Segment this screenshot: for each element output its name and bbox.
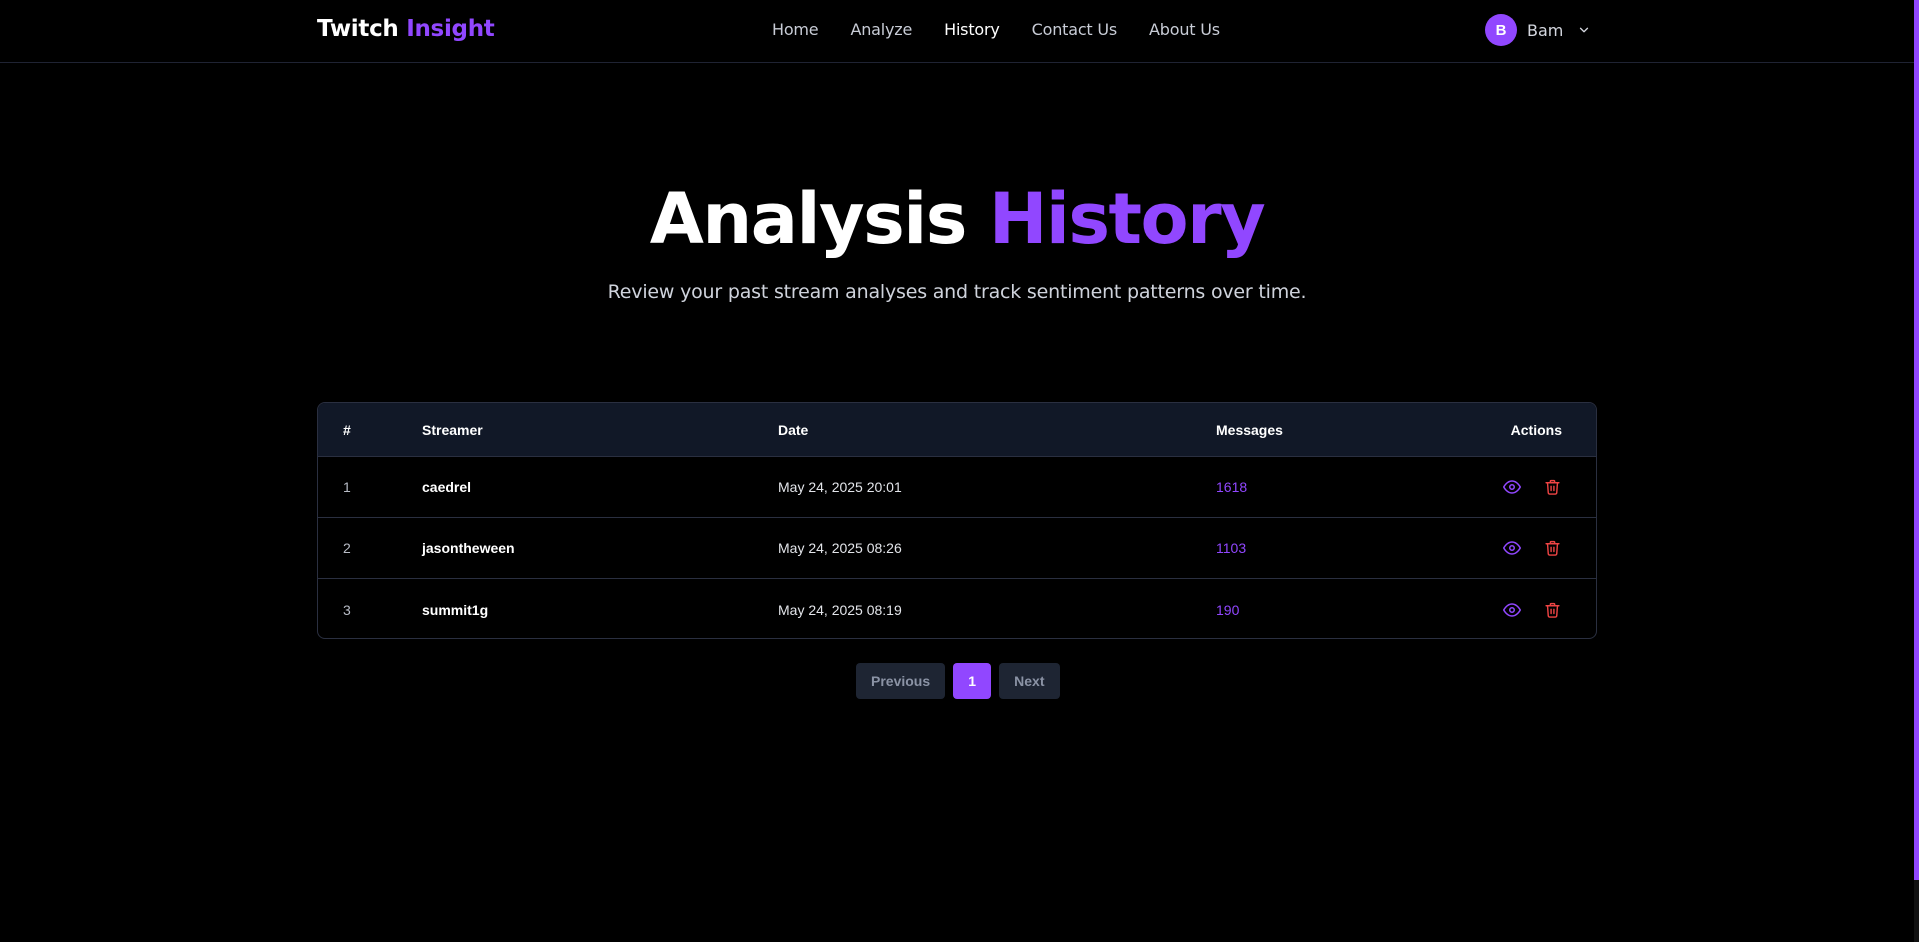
nav-link-about-us[interactable]: About Us [1149, 20, 1220, 39]
nav-link-history[interactable]: History [944, 20, 1000, 39]
logo-text-insight: Insight [406, 16, 495, 42]
trash-icon [1544, 540, 1560, 556]
streamer-name: caedrel [422, 479, 472, 495]
delete-button[interactable] [1542, 600, 1562, 620]
pagination: Previous 1 Next [856, 663, 1060, 699]
delete-button[interactable] [1542, 477, 1562, 497]
page-1-button[interactable]: 1 [953, 663, 992, 699]
analysis-date: May 24, 2025 08:19 [778, 601, 902, 618]
page-scrollbar[interactable] [1914, 0, 1919, 942]
message-count: 1618 [1216, 479, 1248, 495]
eye-icon [1503, 480, 1521, 494]
view-button[interactable] [1502, 538, 1522, 558]
avatar: B [1485, 14, 1517, 46]
chevron-down-icon [1580, 27, 1589, 33]
message-count: 1103 [1216, 540, 1247, 556]
main-nav: Home Analyze History Contact Us About Us [772, 20, 1220, 39]
table-row: 1 caedrel May 24, 2025 20:01 1618 [318, 457, 1596, 518]
username: Bam [1527, 20, 1564, 40]
table-row: 2 jasontheween May 24, 2025 08:26 1103 [318, 518, 1596, 579]
previous-page-button[interactable]: Previous [856, 663, 946, 699]
analysis-date: May 24, 2025 08:26 [778, 540, 902, 556]
top-navbar: Twitch Insight Home Analyze History Cont… [0, 0, 1914, 63]
table-row: 3 summit1g May 24, 2025 08:19 190 [318, 579, 1596, 638]
page-title: Analysis History [0, 178, 1914, 260]
row-number: 3 [343, 601, 351, 618]
streamer-name: summit1g [422, 601, 489, 618]
history-table: # Streamer Date Messages Actions 1 caedr… [317, 402, 1597, 639]
eye-icon [1503, 541, 1521, 555]
column-header-number: # [343, 421, 351, 438]
row-actions [1502, 457, 1562, 517]
column-header-date: Date [778, 421, 809, 438]
logo-text-twitch: Twitch [317, 16, 399, 42]
title-word-history: History [988, 178, 1266, 260]
nav-link-analyze[interactable]: Analyze [850, 20, 912, 39]
row-actions [1502, 518, 1562, 578]
row-actions [1502, 579, 1562, 638]
title-word-analysis: Analysis [649, 178, 968, 260]
column-header-messages: Messages [1216, 421, 1283, 438]
page: Twitch Insight Home Analyze History Cont… [0, 0, 1919, 942]
view-button[interactable] [1502, 600, 1522, 620]
nav-link-home[interactable]: Home [772, 20, 819, 39]
row-number: 2 [343, 540, 351, 556]
row-number: 1 [343, 479, 351, 495]
table-header: # Streamer Date Messages Actions [318, 403, 1596, 457]
page-subtitle: Review your past stream analyses and tra… [607, 281, 1307, 303]
next-page-button[interactable]: Next [999, 663, 1060, 699]
eye-icon [1503, 602, 1521, 617]
analysis-date: May 24, 2025 20:01 [778, 479, 902, 495]
view-button[interactable] [1502, 477, 1522, 497]
column-header-actions: Actions [1510, 421, 1562, 438]
scrollbar-thumb[interactable] [1914, 0, 1919, 880]
trash-icon [1544, 602, 1560, 618]
user-menu[interactable]: B Bam [1485, 14, 1591, 46]
message-count: 190 [1216, 601, 1240, 618]
trash-icon [1544, 479, 1560, 495]
streamer-name: jasontheween [422, 540, 515, 556]
brand-logo[interactable]: Twitch Insight [317, 16, 495, 42]
column-header-streamer: Streamer [422, 421, 483, 438]
delete-button[interactable] [1542, 538, 1562, 558]
nav-link-contact-us[interactable]: Contact Us [1032, 20, 1118, 39]
